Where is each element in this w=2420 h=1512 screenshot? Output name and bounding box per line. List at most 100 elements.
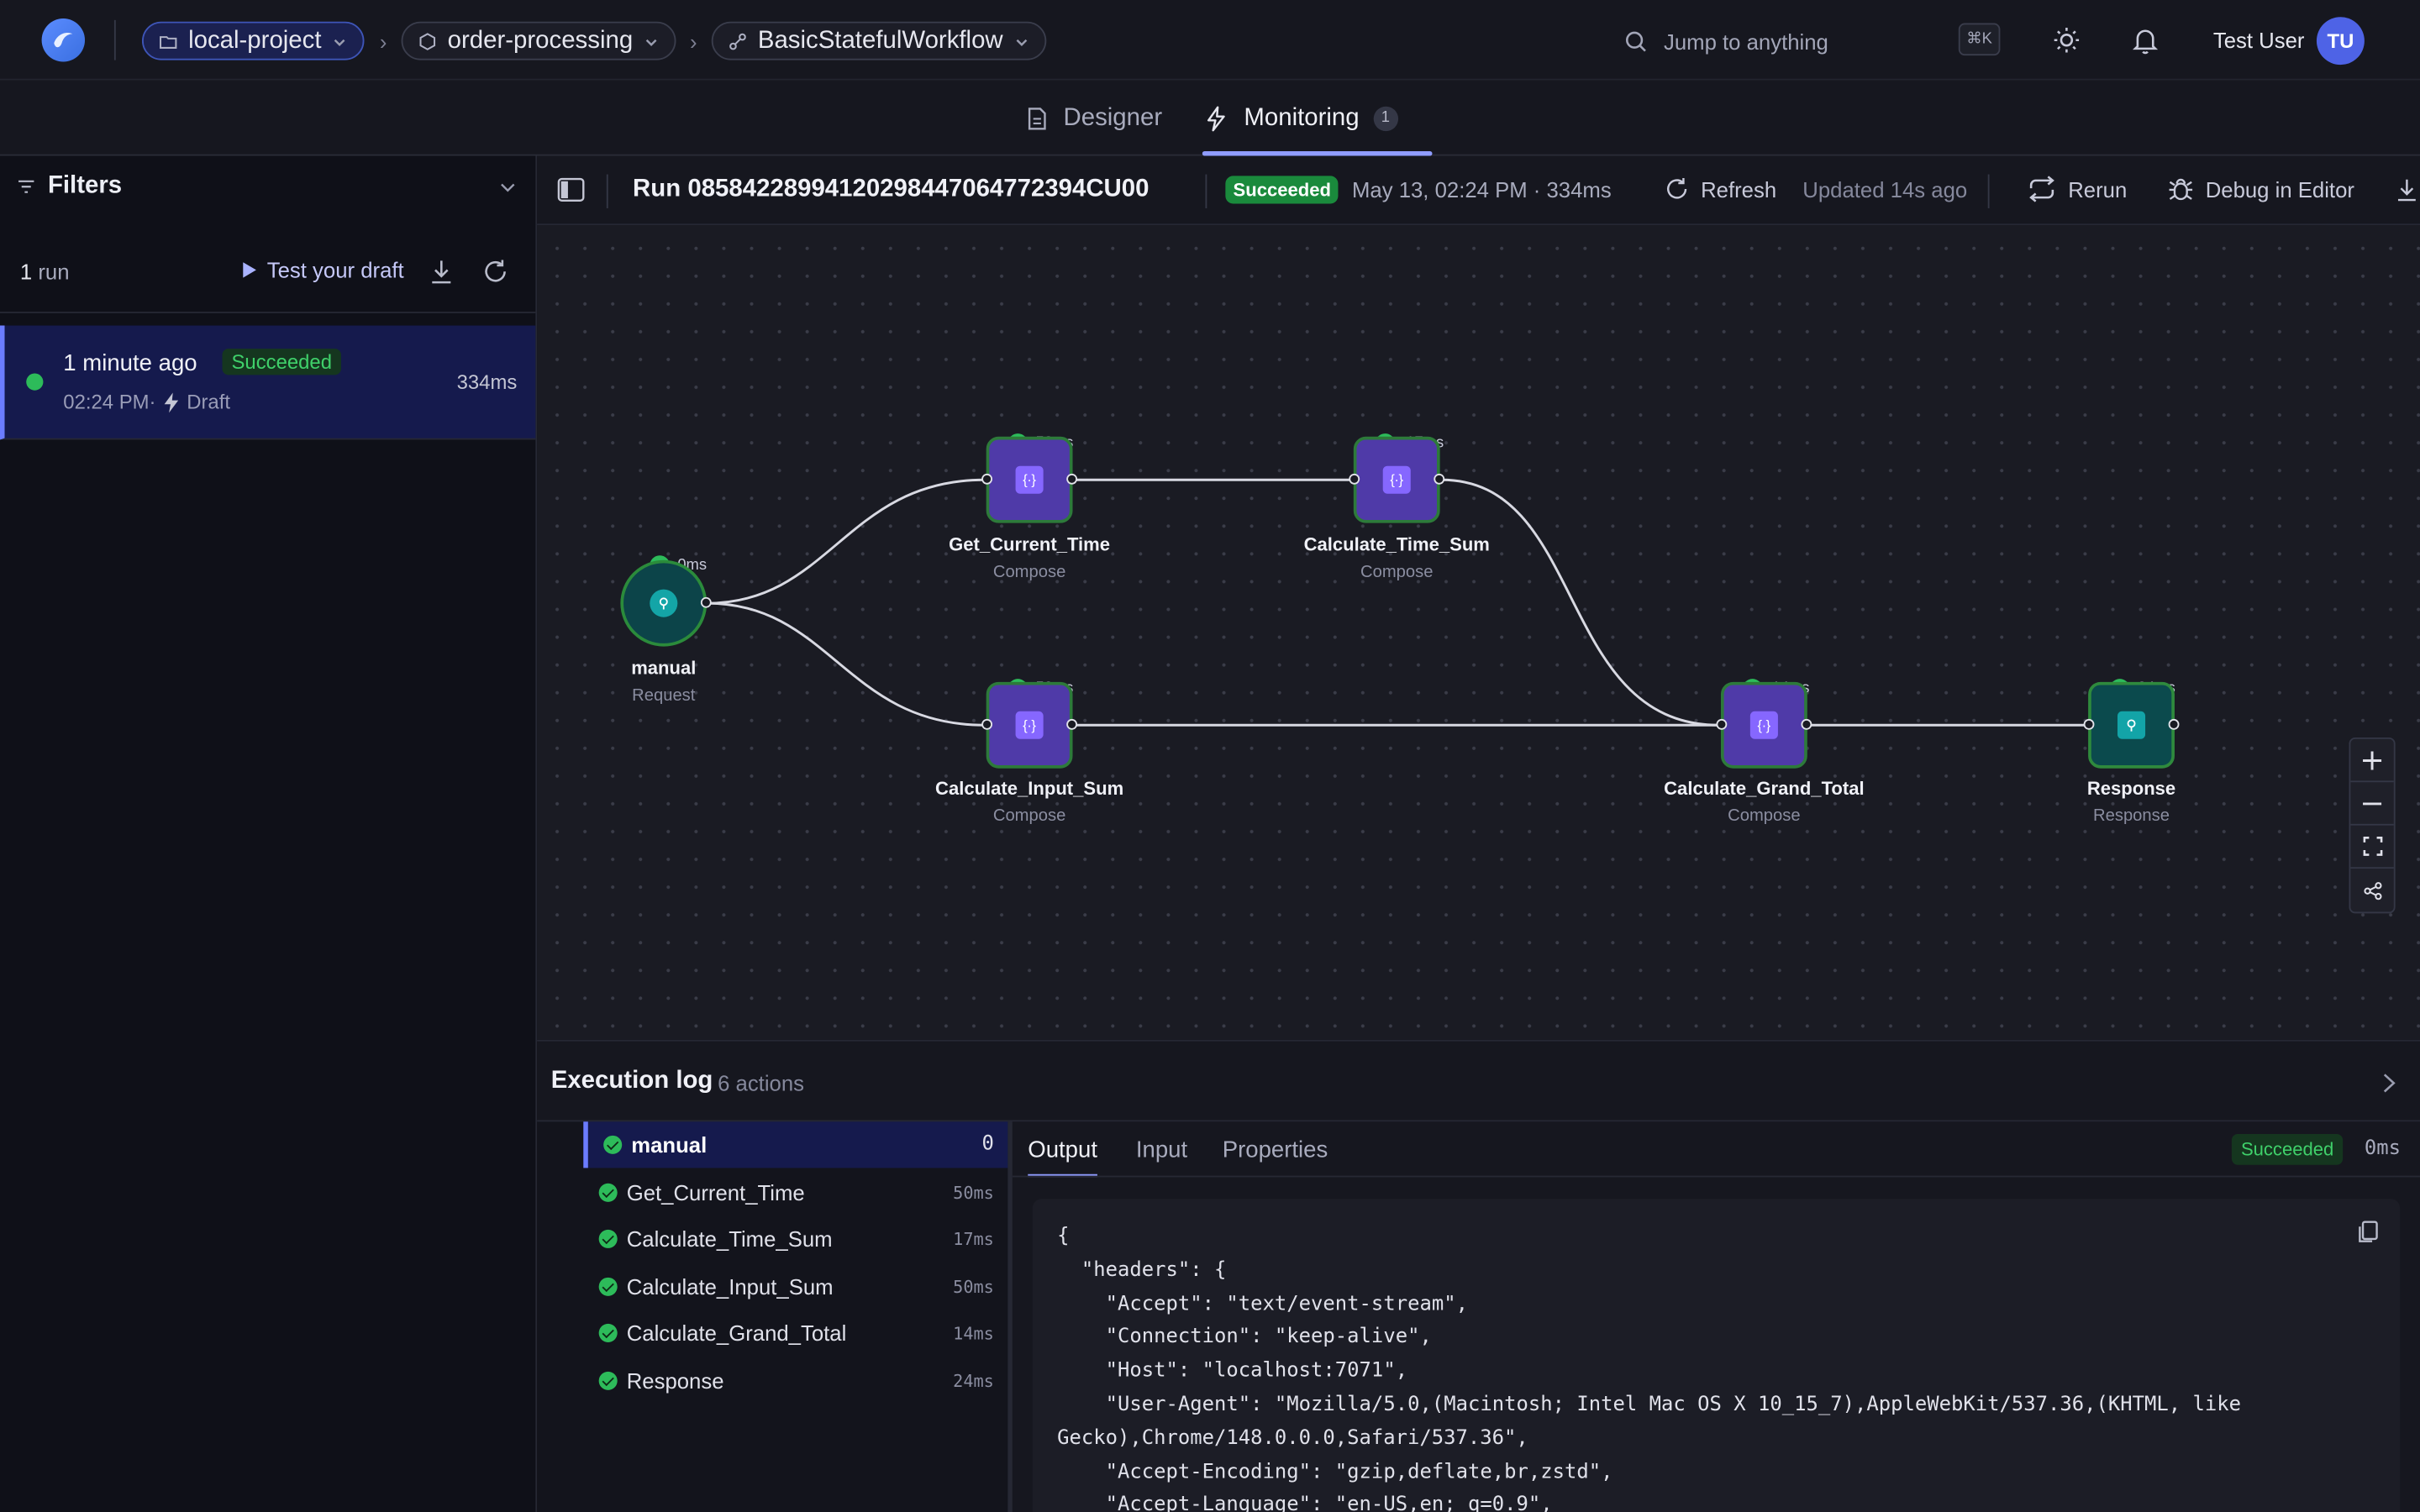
bug-icon: [2169, 178, 2193, 201]
node-input-port[interactable]: [1716, 718, 1728, 730]
canvas-zoom-controls: [2349, 737, 2396, 914]
breadcrumb-workflow[interactable]: BasicStatefulWorkflow: [711, 21, 1047, 60]
run-count-label: run: [38, 259, 70, 284]
refresh-button[interactable]: Refresh: [1664, 176, 1776, 202]
status-badge: Succeeded: [222, 349, 342, 375]
node-output-port[interactable]: [1066, 718, 1078, 730]
node-name: Calculate_Time_Sum: [1303, 533, 1490, 556]
action-duration: 17ms: [953, 1229, 994, 1250]
node-input-port[interactable]: [981, 473, 993, 485]
theme-toggle-sun-icon[interactable]: [2051, 24, 2082, 55]
tab-output[interactable]: Output: [1028, 1121, 1097, 1178]
action-list-item[interactable]: Response 24ms: [583, 1357, 1007, 1404]
divider: [0, 312, 536, 313]
request-trigger-icon: [650, 589, 678, 617]
run-kind: Draft: [187, 390, 230, 414]
app-logo-icon[interactable]: [41, 18, 86, 62]
debug-in-editor-button[interactable]: Debug in Editor: [2167, 176, 2354, 203]
run-list-item[interactable]: 1 minute ago Succeeded 02:24 PM· Draft 3…: [0, 325, 536, 440]
execution-log-title: Execution log: [550, 1068, 713, 1095]
node-input-port[interactable]: [981, 718, 993, 730]
breadcrumb-label: order-processing: [447, 27, 634, 54]
divider: [1012, 1175, 2420, 1178]
node-output-port[interactable]: [2168, 718, 2180, 730]
action-list-item[interactable]: manual 0: [583, 1121, 1008, 1168]
breadcrumb-project[interactable]: local-project: [141, 21, 365, 60]
action-name: Response: [626, 1368, 724, 1394]
layout-button[interactable]: [2350, 869, 2393, 911]
action-list-item[interactable]: Get_Current_Time 50ms: [583, 1169, 1007, 1215]
tab-properties[interactable]: Properties: [1223, 1121, 1328, 1177]
status-badge: Succeeded: [1225, 176, 1339, 204]
chevron-right-icon[interactable]: [2380, 1073, 2398, 1095]
execution-log-header[interactable]: Execution log 6 actions: [537, 1041, 2420, 1122]
action-list-item[interactable]: Calculate_Grand_Total 14ms: [583, 1310, 1007, 1356]
tab-input[interactable]: Input: [1136, 1121, 1187, 1177]
workflow-icon: [729, 32, 746, 50]
sidebar-toggle-icon[interactable]: [557, 177, 585, 202]
chevron-down-icon: [1016, 38, 1028, 46]
compose-icon: {∙}: [1015, 465, 1044, 494]
compose-icon: {∙}: [1749, 711, 1778, 739]
node-output-port[interactable]: [1066, 473, 1078, 485]
filters-header[interactable]: Filters: [0, 156, 535, 218]
refresh-icon[interactable]: [481, 258, 509, 286]
breadcrumb-workflow-group[interactable]: order-processing: [401, 21, 676, 60]
status-badge: Succeeded: [2231, 1134, 2344, 1165]
chevron-down-icon[interactable]: [498, 177, 517, 196]
workflow-node-calculate-input-sum[interactable]: {∙}: [986, 681, 1073, 769]
node-type: Compose: [1728, 806, 1801, 826]
node-name: Response: [2086, 777, 2176, 800]
fit-view-button[interactable]: [2350, 826, 2394, 869]
tab-monitoring[interactable]: Monitoring 1: [1202, 81, 1432, 156]
run-meta: 02:24 PM· Draft: [63, 391, 230, 414]
download-icon[interactable]: [2394, 176, 2420, 203]
output-code-block[interactable]: { "headers": { "Accept": "text/event-str…: [1032, 1199, 2401, 1512]
play-icon: [243, 262, 256, 278]
test-draft-label: Test your draft: [266, 257, 404, 283]
node-type: Response: [2093, 806, 2170, 826]
action-status: Succeeded: [2231, 1134, 2344, 1165]
tab-designer[interactable]: Designer: [1025, 81, 1162, 156]
node-input-port[interactable]: [2083, 718, 2095, 730]
action-list-item[interactable]: Calculate_Time_Sum 17ms: [583, 1215, 1007, 1262]
run-duration: 334ms: [456, 370, 518, 394]
user-name[interactable]: Test User: [2213, 28, 2305, 52]
node-output-port[interactable]: [1801, 718, 1812, 730]
copy-icon[interactable]: [2359, 1221, 2379, 1244]
zoom-in-button[interactable]: [2350, 739, 2394, 783]
refresh-label: Refresh: [1701, 176, 1777, 202]
global-search[interactable]: Jump to anything: [1623, 22, 2009, 62]
run-time: 02:24 PM·: [63, 390, 156, 414]
workflow-node-calculate-grand-total[interactable]: {∙}: [1720, 681, 1807, 769]
workflow-canvas[interactable]: 0ms manual Request 50ms {∙} Get_Current_…: [537, 225, 2420, 1040]
action-name: Get_Current_Time: [626, 1180, 805, 1205]
workflow-node-calculate-time-sum[interactable]: {∙}: [1353, 436, 1440, 523]
node-name: manual: [631, 657, 697, 680]
workflow-edges: [707, 478, 2087, 727]
avatar[interactable]: TU: [2316, 17, 2365, 66]
action-list-item[interactable]: Calculate_Input_Sum 50ms: [583, 1263, 1007, 1310]
workflow-node-response[interactable]: [2088, 681, 2175, 769]
node-input-port[interactable]: [1349, 473, 1360, 485]
test-draft-button[interactable]: Test your draft: [241, 258, 404, 282]
breadcrumb-label: local-project: [188, 27, 322, 54]
rerun-button[interactable]: Rerun: [2027, 176, 2127, 202]
compose-icon: {∙}: [1015, 711, 1044, 739]
workflow-node-manual[interactable]: [620, 559, 708, 647]
node-name: Get_Current_Time: [949, 533, 1111, 556]
divider: [1205, 174, 1207, 208]
zoom-out-button[interactable]: [2350, 782, 2394, 826]
updated-timestamp: Updated 14s ago: [1802, 177, 1968, 202]
run-header: Run 08584228994120298447064772394CU00 Su…: [537, 155, 2420, 226]
bell-icon[interactable]: [2130, 24, 2161, 55]
node-output-port[interactable]: [1434, 473, 1445, 485]
download-icon[interactable]: [428, 258, 455, 286]
workflow-node-get-current-time[interactable]: {∙}: [986, 436, 1073, 523]
breadcrumb-separator: ›: [690, 29, 697, 55]
action-duration: 14ms: [953, 1323, 994, 1344]
action-count: 6 actions: [718, 1070, 805, 1096]
run-date: May 13, 02:24 PM · 334ms: [1351, 177, 1612, 202]
node-output-port[interactable]: [700, 596, 712, 608]
action-name: Calculate_Grand_Total: [626, 1320, 847, 1346]
